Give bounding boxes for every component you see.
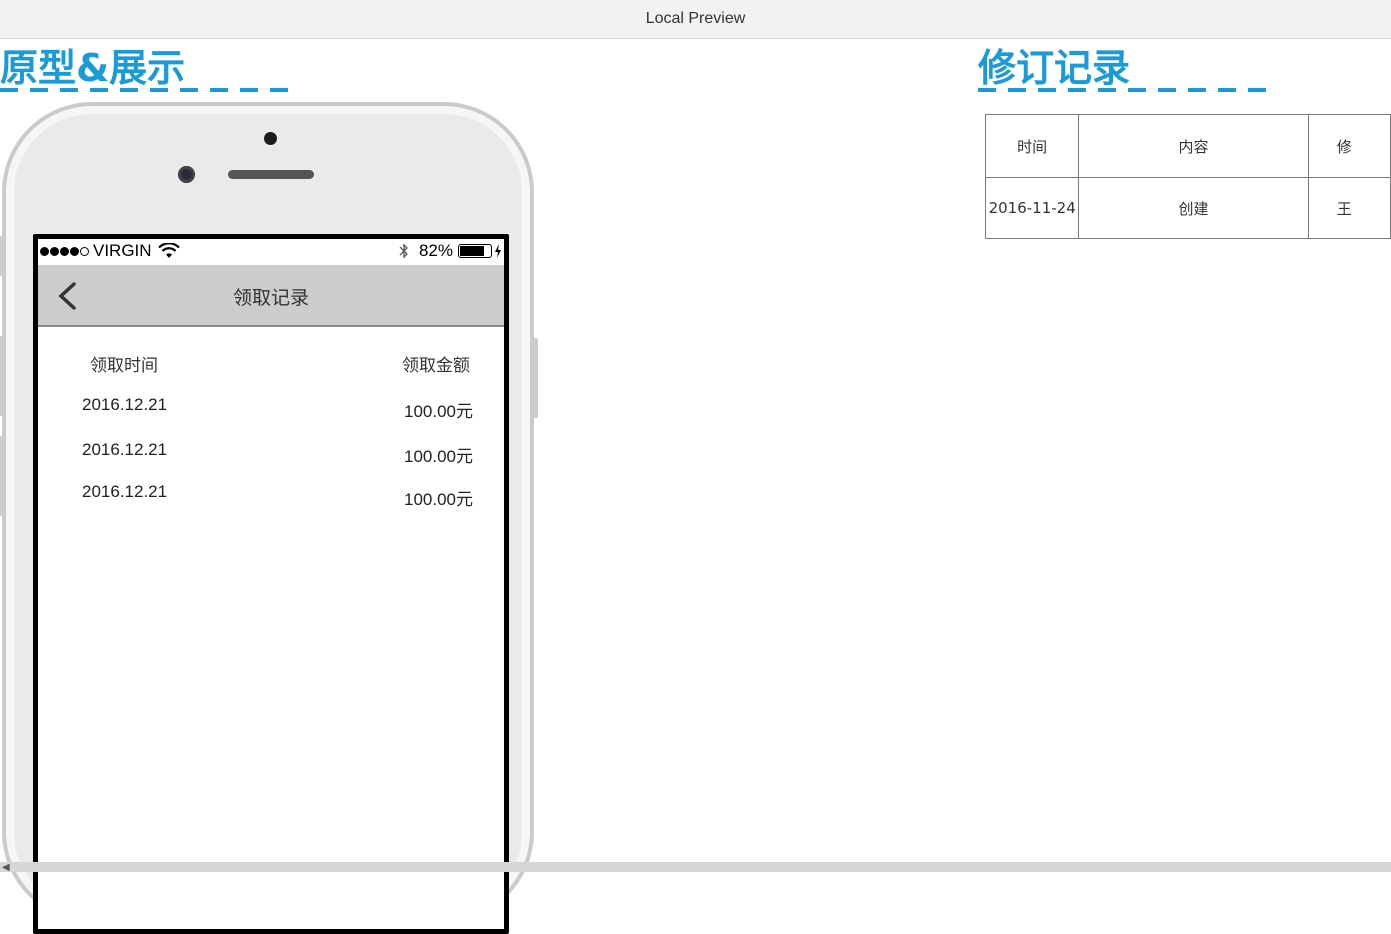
battery-percent: 82% [418, 241, 453, 260]
column-header-content: 内容 [1078, 114, 1309, 178]
earpiece-speaker [228, 170, 314, 179]
cell-content: 创建 [1078, 177, 1309, 239]
battery-icon [458, 244, 492, 258]
signal-dot [60, 246, 69, 256]
row-date: 2016.12.21 [82, 482, 168, 501]
column-header-time: 时间 [984, 114, 1080, 178]
window-title: Local Preview [645, 10, 746, 27]
nav-title: 领取记录 [232, 287, 309, 309]
header-amount: 领取金额 [402, 356, 470, 376]
revision-heading-text: 修订记录 [978, 46, 1131, 90]
cell-author: 王 [1307, 177, 1391, 239]
signal-dot [40, 246, 49, 256]
row-amount: 100.00元 [404, 490, 473, 509]
front-camera-icon [178, 166, 195, 183]
row-date: 2016.12.21 [82, 440, 168, 459]
cell-date: 2016-11-24 [984, 177, 1080, 239]
bluetooth-icon [399, 243, 408, 259]
heading-underline [0, 88, 290, 92]
table-row: 2016-11-24 创建 王 [984, 177, 1391, 239]
phone-side-button [0, 436, 4, 516]
signal-dot [50, 246, 59, 256]
revision-heading: 修订记录 [978, 44, 1268, 94]
prototype-heading-text: 原型&展示 [0, 46, 186, 90]
signal-dot [80, 246, 89, 256]
table-header-row: 时间 内容 修 [984, 114, 1391, 178]
phone-mockup: VIRGIN 82% 领取记录 领取时间 领取金额 2016.12.21 100… [0, 102, 538, 934]
scroll-left-arrow-icon[interactable]: ◀ [2, 863, 12, 873]
column-header-author: 修 [1307, 114, 1391, 178]
revision-table: 时间 内容 修 2016-11-24 创建 王 [984, 114, 1391, 239]
row-amount: 100.00元 [404, 402, 473, 421]
phone-side-button [0, 236, 4, 276]
wifi-icon [157, 243, 180, 258]
row-amount: 100.00元 [404, 447, 473, 466]
window-title-bar: Local Preview [0, 0, 1391, 39]
heading-underline [978, 88, 1268, 92]
status-bar: VIRGIN 82% [38, 239, 504, 265]
charging-icon [495, 244, 501, 258]
carrier-name: VIRGIN [93, 241, 152, 260]
horizontal-scrollbar[interactable] [0, 862, 1391, 872]
phone-side-button [0, 336, 4, 416]
header-time: 领取时间 [90, 356, 158, 376]
row-date: 2016.12.21 [82, 395, 168, 414]
nav-bar: 领取记录 [38, 265, 504, 327]
proximity-sensor [264, 132, 277, 145]
phone-power-button [533, 338, 538, 418]
phone-screen: VIRGIN 82% 领取记录 领取时间 领取金额 2016.12.21 100… [33, 234, 509, 934]
signal-dot [70, 246, 79, 256]
prototype-heading: 原型&展示 [0, 44, 290, 94]
